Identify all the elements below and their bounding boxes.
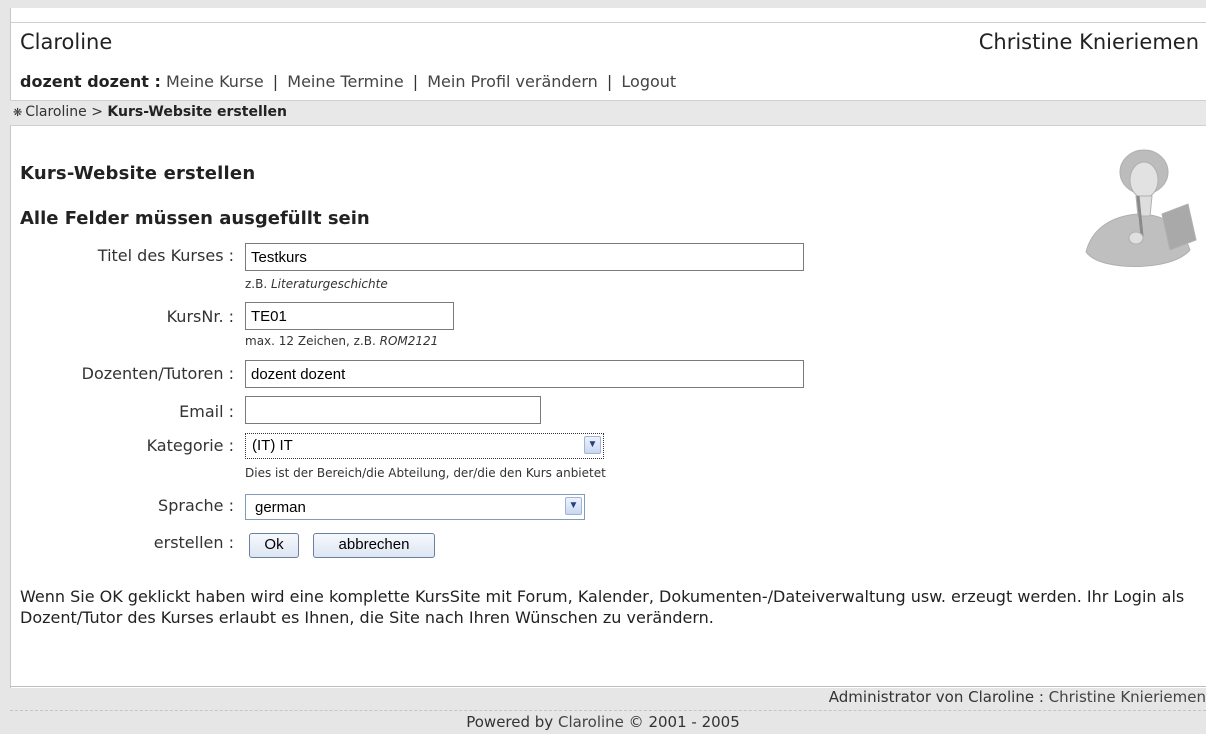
footer-dashed-divider [10, 710, 1206, 711]
titel-hint-prefix: z.B. [245, 277, 268, 291]
powered-suffix: © 2001 - 2005 [628, 713, 740, 731]
kursnr-hint: max. 12 Zeichen, z.B. ROM2121 [245, 334, 438, 348]
kursnr-hint-example: ROM2121 [379, 334, 439, 348]
admin-info: Administrator von Claroline : Christine … [829, 688, 1206, 706]
kategorie-hint: Dies ist der Bereich/die Abteilung, der/… [245, 466, 606, 480]
language-select[interactable]: german ▼ [245, 494, 585, 520]
cancel-button[interactable]: abbrechen [313, 533, 435, 558]
user-role-label: dozent dozent : [20, 72, 161, 91]
kursnr-label: KursNr. : [166, 307, 234, 326]
titel-label: Titel des Kurses : [97, 246, 234, 265]
breadcrumb: ❋ Claroline > Kurs-Website erstellen [13, 104, 287, 120]
required-fields-note: Alle Felder müssen ausgefüllt sein [20, 208, 370, 229]
footer-divider [10, 686, 1206, 687]
admin-prefix: Administrator von Claroline : [828, 688, 1044, 706]
nav-separator: | [606, 72, 613, 91]
nav-separator: | [412, 72, 419, 91]
email-label: Email : [179, 402, 234, 421]
admin-name-link[interactable]: Christine Knieriemen [1049, 688, 1206, 706]
claroline-mascot-icon [1085, 149, 1197, 267]
info-paragraph: Wenn Sie OK geklickt haben wird eine kom… [20, 587, 1185, 627]
chevron-down-icon[interactable]: ▼ [565, 497, 582, 515]
breadcrumb-current: Kurs-Website erstellen [107, 104, 288, 120]
teachers-input[interactable] [245, 360, 804, 388]
category-select[interactable]: (IT) IT ▼ [245, 433, 604, 459]
course-title-input[interactable] [245, 243, 804, 271]
house-icon: ❋ [13, 106, 23, 119]
nav-separator: | [272, 72, 279, 91]
sprache-label: Sprache : [158, 496, 234, 515]
page-title: Kurs-Website erstellen [20, 163, 256, 184]
titel-hint: z.B. Literaturgeschichte [245, 277, 388, 291]
powered-prefix: Powered by [466, 713, 554, 731]
titel-hint-example: Literaturgeschichte [271, 277, 388, 291]
site-name-link[interactable]: Claroline [20, 30, 112, 54]
breadcrumb-separator: > [91, 104, 103, 120]
kategorie-label: Kategorie : [146, 436, 234, 455]
dozenten-label: Dozenten/Tutoren : [81, 364, 234, 383]
ok-button[interactable]: Ok [249, 533, 299, 558]
language-selected-value: german [255, 499, 306, 516]
category-selected-value: (IT) IT [252, 437, 293, 454]
email-input[interactable] [245, 396, 541, 424]
powered-by: Powered by Claroline © 2001 - 2005 [0, 713, 1206, 731]
user-nav: dozent dozent : Meine Kurse | Meine Term… [20, 72, 676, 91]
current-user-name: Christine Knieriemen [978, 30, 1199, 54]
course-code-input[interactable] [245, 302, 454, 330]
nav-link-profil-veraendern[interactable]: Mein Profil verändern [427, 72, 598, 91]
nav-link-logout[interactable]: Logout [621, 72, 676, 91]
claroline-footer-link[interactable]: Claroline [558, 713, 624, 731]
nav-link-meine-kurse[interactable]: Meine Kurse [166, 72, 264, 91]
chevron-down-icon[interactable]: ▼ [584, 436, 601, 454]
breadcrumb-root-link[interactable]: Claroline [25, 104, 87, 120]
erstellen-label: erstellen : [153, 533, 234, 552]
nav-link-meine-termine[interactable]: Meine Termine [287, 72, 403, 91]
kursnr-hint-prefix: max. 12 Zeichen, z.B. [245, 334, 376, 348]
